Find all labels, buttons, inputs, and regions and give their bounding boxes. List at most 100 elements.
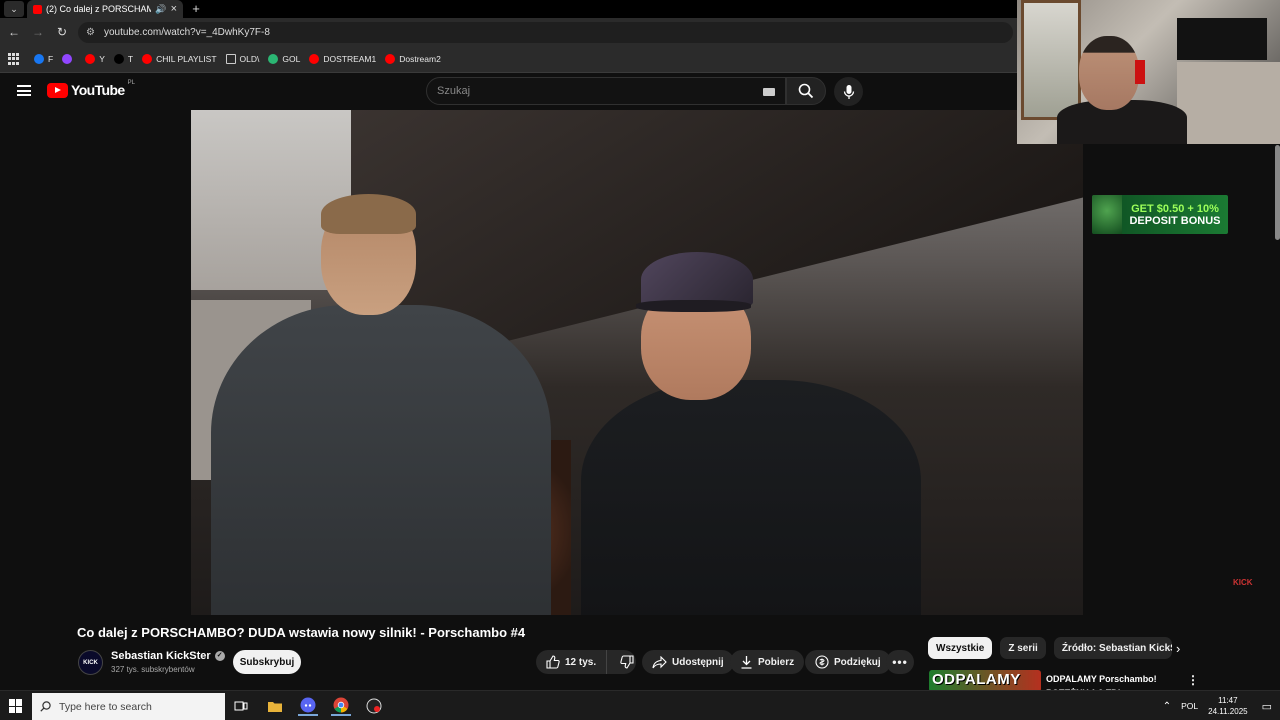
ad-line-2: DEPOSIT BONUS <box>1129 214 1221 227</box>
recommended-video-title[interactable]: ODPALAMY Porschambo! POTĘŻNY 1.9 TDI na … <box>1046 672 1176 692</box>
channel-avatar[interactable]: KICK <box>78 650 103 675</box>
chip-from-series[interactable]: Z serii <box>1000 637 1046 659</box>
webcam-tv <box>1177 18 1267 60</box>
bookmark-label: OLD\ <box>239 54 260 64</box>
recommended-video-thumbnail[interactable]: ODPALAMY <box>929 670 1041 692</box>
clock[interactable]: 11:47 24.11.2025 <box>1208 695 1247 717</box>
bookmark-item[interactable]: Y <box>85 54 105 64</box>
video-player[interactable] <box>191 110 1083 615</box>
voice-search-button[interactable] <box>834 77 863 106</box>
search-input[interactable]: Szukaj <box>426 77 786 105</box>
webcam-sofa <box>1177 62 1280 144</box>
casino-ad-banner[interactable]: GET $0.50 + 10% DEPOSIT BONUS <box>1092 195 1228 234</box>
subscribe-button[interactable]: Subskrybuj <box>233 650 301 674</box>
bookmark-item[interactable] <box>62 54 76 64</box>
search-icon <box>798 83 814 99</box>
language-indicator[interactable]: POL <box>1181 701 1198 711</box>
like-button[interactable]: 12 tys. <box>536 650 608 674</box>
notifications-icon[interactable]: ▭ <box>1262 700 1272 713</box>
bookmark-label: CHIL PLAYLIST <box>156 54 217 64</box>
bookmark-item[interactable]: CHIL PLAYLIST <box>142 54 217 64</box>
youtube-icon <box>85 54 96 64</box>
recommended-more-vert-icon[interactable]: ⋮ <box>1187 673 1199 687</box>
webcam-overlay <box>1017 0 1280 144</box>
site-info-icon[interactable]: ⚙ <box>86 27 95 38</box>
channel-name-link[interactable]: Sebastian KickSter ✓ <box>111 650 225 662</box>
forward-arrow-icon[interactable]: → <box>26 25 50 39</box>
super-thanks-icon <box>815 655 829 669</box>
url-bar[interactable]: ⚙ youtube.com/watch?v=_4DwhKy7F-8 <box>78 22 1013 43</box>
chips-next-chevron-icon[interactable]: › <box>1176 641 1180 656</box>
recommendation-filter-chips: Wszystkie Z serii Źródło: Sebastian Kick… <box>928 637 1172 659</box>
twitch-icon <box>62 54 73 64</box>
video-title: Co dalej z PORSCHAMBO? DUDA wstawia nowy… <box>77 625 526 640</box>
thumbs-down-icon <box>620 655 634 669</box>
obs-app-icon[interactable] <box>364 696 384 716</box>
verified-check-icon: ✓ <box>214 651 225 661</box>
bookmarks-bar: F Y T CHIL PLAYLIST OLD\ GOL DOSTREAM1 Dostream… <box>0 46 1017 73</box>
file-explorer-icon[interactable] <box>265 696 285 716</box>
tray-overflow-chevron-icon[interactable]: ⌃ <box>1163 701 1171 712</box>
search-placeholder: Szukaj <box>437 85 471 97</box>
video-person-left-body <box>211 305 551 615</box>
chip-from-channel[interactable]: Źródło: Sebastian KickSter <box>1053 637 1172 659</box>
search-button[interactable] <box>786 77 826 105</box>
taskbar-search-input[interactable]: Type here to search <box>32 693 225 720</box>
apps-grid-icon[interactable] <box>8 53 20 65</box>
page-scrollbar[interactable] <box>1275 145 1280 240</box>
more-actions-button[interactable]: ••• <box>886 650 914 674</box>
new-tab-button[interactable]: + <box>189 0 203 18</box>
youtube-icon <box>385 54 396 64</box>
share-label: Udostępnij <box>672 656 724 668</box>
video-person-left-hair <box>321 194 416 234</box>
bookmark-item[interactable]: GOL <box>268 54 300 64</box>
youtube-header: YouTube PL Szukaj <box>0 73 1017 110</box>
bookmark-label: GOL <box>282 54 301 64</box>
tab-search-button[interactable]: ⌄ <box>4 1 24 17</box>
folder-icon <box>225 54 236 64</box>
windows-taskbar: Type here to search ⌃ POL 11:47 24.11.20… <box>0 690 1280 720</box>
reload-icon[interactable]: ↻ <box>50 25 74 39</box>
download-button[interactable]: Pobierz <box>730 650 805 674</box>
gol-icon <box>268 54 279 64</box>
browser-tab[interactable]: (2) Co dalej z PORSCHAMBO 🔊 × <box>27 0 183 18</box>
discord-app-icon[interactable] <box>298 696 318 716</box>
bookmark-label: T <box>127 54 134 64</box>
windows-start-icon[interactable] <box>9 699 23 713</box>
ad-line-1: GET $0.50 + 10% <box>1131 202 1219 215</box>
webcam-headphones <box>1135 60 1145 84</box>
youtube-logo[interactable]: YouTube PL <box>47 80 135 98</box>
youtube-icon <box>142 54 153 64</box>
channel-name: Sebastian KickSter <box>111 650 211 662</box>
chip-all[interactable]: Wszystkie <box>928 637 993 659</box>
country-code: PL <box>127 80 135 86</box>
thanks-button[interactable]: Podziękuj <box>805 650 891 674</box>
system-tray: ⌃ POL 11:47 24.11.2025 ▭ <box>1163 691 1280 720</box>
video-person-right-body <box>581 380 921 615</box>
bookmark-item[interactable]: Dostream2 <box>385 54 441 64</box>
webcam-window <box>1021 0 1081 120</box>
taskbar-search-placeholder: Type here to search <box>59 700 152 713</box>
close-tab-icon[interactable]: × <box>171 3 177 15</box>
back-arrow-icon[interactable]: ← <box>2 25 26 39</box>
keyboard-icon[interactable] <box>763 88 775 96</box>
address-bar-row: ← → ↻ ⚙ youtube.com/watch?v=_4DwhKy7F-8 <box>0 18 1017 46</box>
download-label: Pobierz <box>758 656 795 668</box>
bookmark-label: DOSTREAM1 <box>323 54 377 64</box>
bookmark-item[interactable]: T <box>113 54 134 64</box>
share-button[interactable]: Udostępnij <box>642 650 734 674</box>
bookmark-label: Y <box>99 54 105 64</box>
thumbnail-text: ODPALAMY <box>932 671 1021 688</box>
hamburger-menu-icon[interactable] <box>17 85 31 96</box>
bookmark-item[interactable]: DOSTREAM1 <box>309 54 376 64</box>
youtube-play-logo-icon <box>47 82 68 98</box>
chrome-app-icon[interactable] <box>331 696 351 716</box>
dislike-button[interactable] <box>612 650 642 674</box>
channel-watermark: KICK <box>1233 578 1253 587</box>
speaker-icon[interactable]: 🔊 <box>155 4 166 15</box>
bookmark-item[interactable]: F <box>34 54 53 64</box>
youtube-favicon-icon <box>33 4 42 14</box>
download-icon <box>741 656 752 669</box>
task-view-icon[interactable] <box>231 696 251 716</box>
bookmark-item[interactable]: OLD\ <box>225 54 260 64</box>
